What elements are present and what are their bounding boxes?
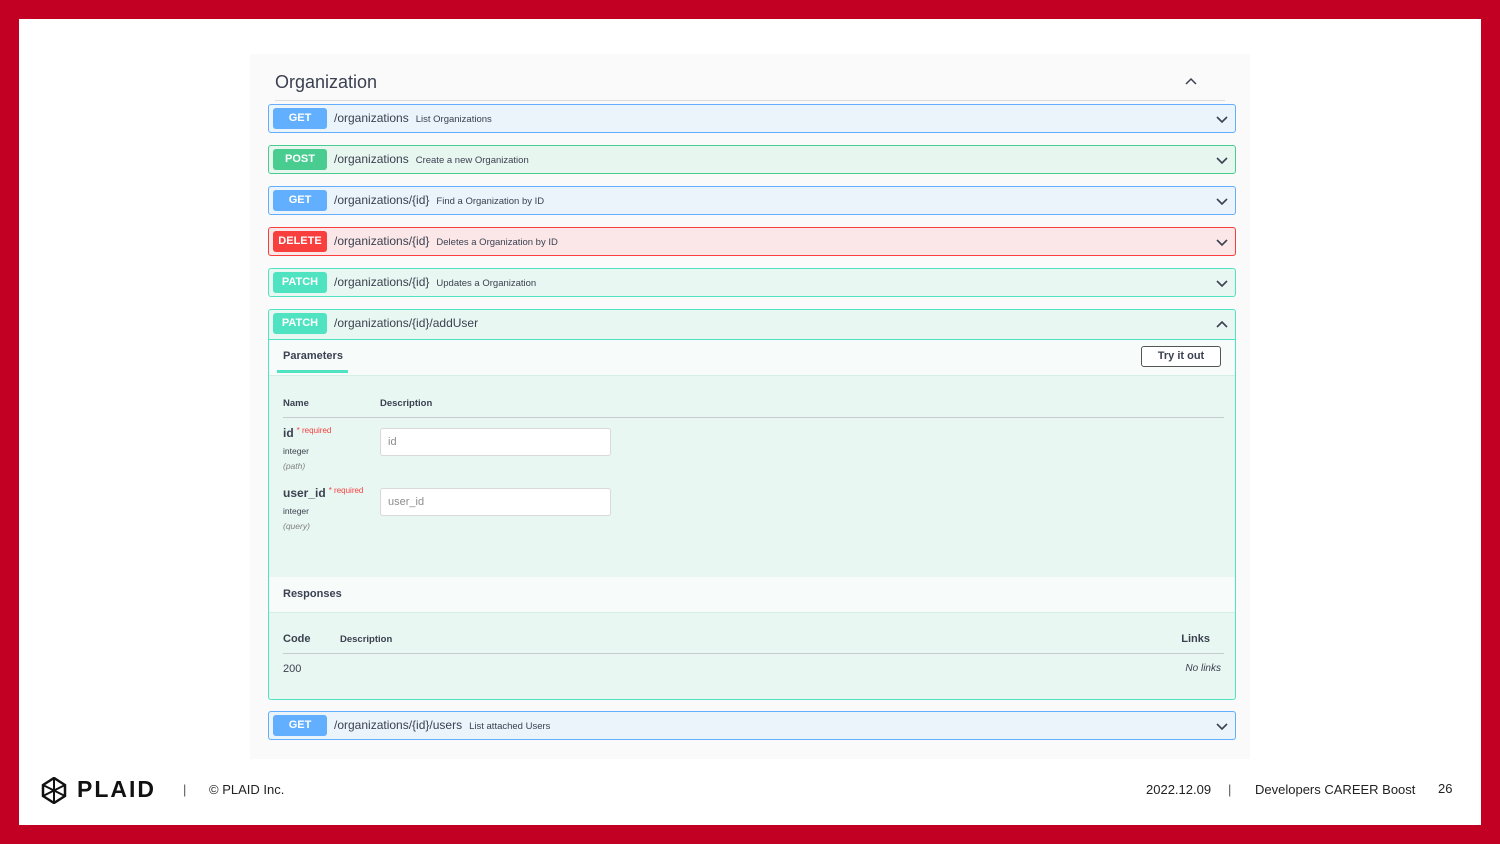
chevron-down-icon[interactable]: [1215, 153, 1229, 167]
id-input[interactable]: [380, 428, 611, 456]
operation-patch-add-user: PATCH /organizations/{id}/addUser Parame…: [268, 309, 1236, 700]
operation-summary[interactable]: GET /organizations/{id} Find a Organizati…: [269, 187, 1235, 214]
column-header-name: Name: [283, 398, 309, 409]
divider: [283, 417, 1224, 418]
operation-description: Create a new Organization: [415, 155, 529, 166]
column-header-description: Description: [380, 398, 433, 409]
operation-path: /organizations List Organizations: [334, 111, 492, 125]
chevron-down-icon[interactable]: [1215, 276, 1229, 290]
operation-summary[interactable]: DELETE /organizations/{id} Deletes a Orga…: [269, 228, 1235, 255]
operation-get-organizations[interactable]: GET /organizations List Organizations: [268, 104, 1236, 133]
method-badge: POST: [273, 149, 327, 170]
responses-header: Responses: [269, 577, 1235, 613]
operation-patch-organization[interactable]: PATCH /organizations/{id} Updates a Organ…: [268, 268, 1236, 297]
slide: Organization GET /organizations List Orga…: [19, 19, 1481, 825]
operation-path: /organizations/{id}/addUser: [334, 316, 479, 330]
section-title: Organization: [275, 72, 378, 92]
section-header[interactable]: Organization: [275, 69, 1225, 101]
chevron-down-icon[interactable]: [1215, 719, 1229, 733]
operation-path: /organizations Create a new Organization: [334, 152, 529, 166]
operation-path: /organizations/{id} Find a Organization b…: [334, 193, 545, 207]
tab-active-indicator: [277, 370, 348, 373]
method-badge: GET: [273, 190, 327, 211]
operation-description: Updates a Organization: [436, 278, 537, 289]
method-badge: PATCH: [273, 313, 327, 334]
tab-parameters[interactable]: Parameters: [283, 350, 343, 362]
chevron-down-icon[interactable]: [1215, 235, 1229, 249]
user-id-input[interactable]: [380, 488, 611, 516]
brand-wordmark: PLAID: [77, 776, 156, 802]
event-name: Developers CAREER Boost: [1255, 782, 1416, 797]
operation-delete-organization[interactable]: DELETE /organizations/{id} Deletes a Orga…: [268, 227, 1236, 256]
operation-get-organization-users[interactable]: GET /organizations/{id}/users List attach…: [268, 711, 1236, 740]
swagger-panel: Organization GET /organizations List Orga…: [250, 54, 1250, 759]
responses-title: Responses: [283, 588, 342, 600]
parameters-header: Parameters Try it out: [269, 339, 1235, 376]
method-badge: GET: [273, 715, 327, 736]
required-marker: * required: [296, 426, 332, 435]
try-it-out-button[interactable]: Try it out: [1141, 346, 1221, 367]
operation-description: Find a Organization by ID: [436, 196, 545, 207]
required-marker: * required: [328, 486, 364, 495]
operation-post-organizations[interactable]: POST /organizations Create a new Organiza…: [268, 145, 1236, 174]
footer-separator: |: [183, 782, 187, 797]
operation-path: /organizations/{id}/users List attached U…: [334, 718, 551, 732]
operation-path: /organizations/{id} Updates a Organizatio…: [334, 275, 537, 289]
footer-separator: |: [1228, 782, 1232, 797]
operation-path: /organizations/{id} Deletes a Organizatio…: [334, 234, 558, 248]
operation-get-organization-by-id[interactable]: GET /organizations/{id} Find a Organizati…: [268, 186, 1236, 215]
column-header-code: Code: [283, 633, 311, 645]
copyright: © PLAID Inc.: [209, 782, 285, 797]
operation-summary[interactable]: GET /organizations List Organizations: [269, 105, 1235, 132]
divider: [283, 653, 1224, 654]
operation-summary[interactable]: GET /organizations/{id}/users List attach…: [269, 712, 1235, 739]
operation-summary[interactable]: POST /organizations Create a new Organiza…: [269, 146, 1235, 173]
operation-description: Deletes a Organization by ID: [436, 237, 558, 248]
chevron-down-icon[interactable]: [1215, 194, 1229, 208]
operation-summary[interactable]: PATCH /organizations/{id}/addUser: [269, 310, 1235, 337]
method-badge: PATCH: [273, 272, 327, 293]
operation-description: List Organizations: [415, 114, 492, 125]
column-header-description: Description: [340, 634, 393, 645]
method-badge: DELETE: [273, 231, 327, 252]
plaid-logo-icon: [41, 776, 67, 805]
param-location: (query): [283, 521, 310, 531]
response-links: No links: [1185, 663, 1221, 674]
chevron-up-icon[interactable]: [1181, 71, 1201, 91]
plaid-logo: [41, 776, 67, 809]
param-location: (path): [283, 461, 306, 471]
page-number: 26: [1438, 781, 1453, 796]
column-header-links: Links: [1181, 633, 1210, 645]
operation-summary[interactable]: PATCH /organizations/{id} Updates a Organ…: [269, 269, 1235, 296]
param-type: integer: [283, 506, 309, 516]
param-name: id * required: [283, 426, 332, 440]
param-name: user_id * required: [283, 486, 364, 500]
chevron-up-icon[interactable]: [1215, 317, 1229, 331]
footer-date: 2022.12.09: [1146, 782, 1212, 797]
parameters-table: Name Description id * required integer (p…: [269, 375, 1235, 577]
responses-table: Code Description Links 200 No links: [269, 613, 1235, 699]
method-badge: GET: [273, 108, 327, 129]
response-code: 200: [283, 663, 302, 675]
param-type: integer: [283, 446, 309, 456]
operation-description: List attached Users: [469, 721, 551, 732]
chevron-down-icon[interactable]: [1215, 112, 1229, 126]
